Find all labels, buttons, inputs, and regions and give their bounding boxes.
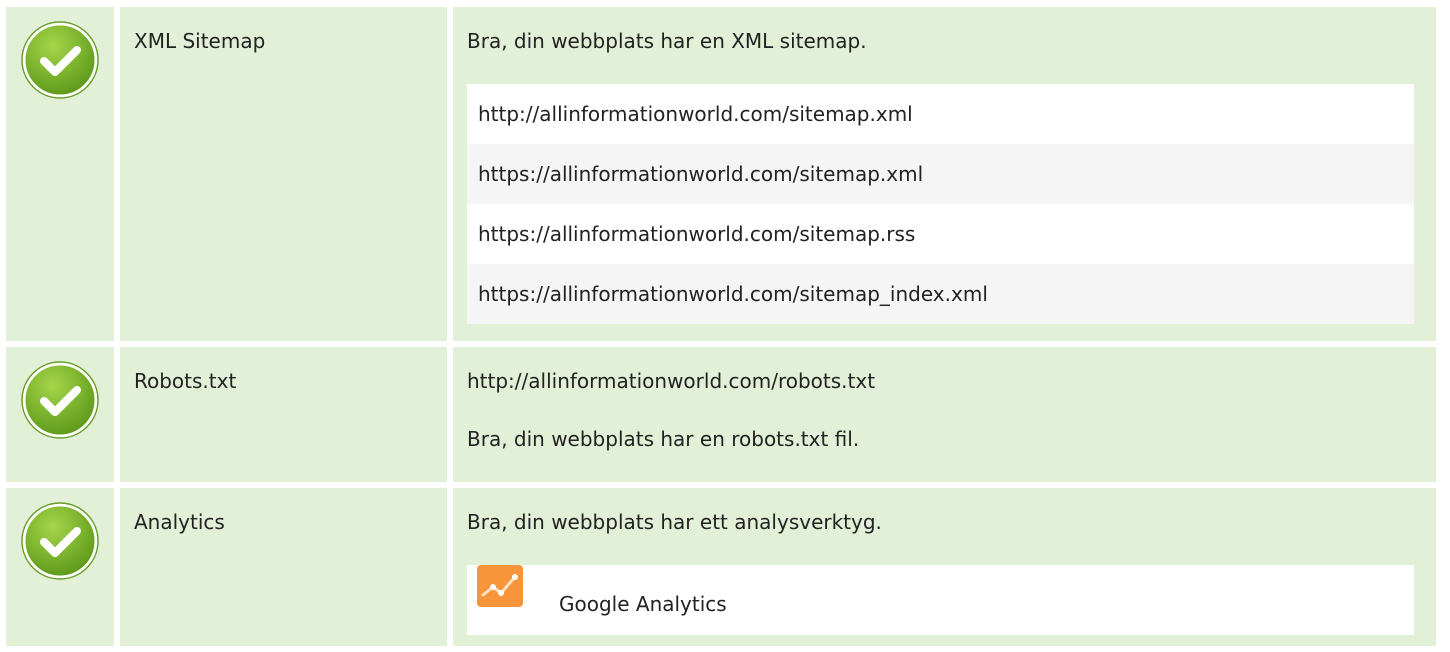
check-circle-icon (21, 21, 99, 99)
sitemap-url-list: http://allinformationworld.com/sitemap.x… (467, 84, 1414, 324)
status-message: Bra, din webbplats har en robots.txt fil… (467, 427, 860, 451)
sitemap-url: https://allinformationworld.com/sitemap_… (467, 264, 1414, 324)
google-analytics-icon (477, 565, 523, 607)
seo-results-table: XML Sitemap Bra, din webbplats har en XM… (6, 7, 1436, 652)
result-row-analytics: Analytics Bra, din webbplats har ett ana… (6, 488, 1436, 646)
analytics-tool-item: Google Analytics (467, 565, 1414, 635)
sitemap-url: http://allinformationworld.com/sitemap.x… (467, 84, 1414, 144)
check-circle-icon (21, 502, 99, 580)
status-message: Bra, din webbplats har en XML sitemap. (467, 29, 867, 53)
label-text: Analytics (134, 510, 225, 534)
row-label: Robots.txt (120, 347, 447, 482)
status-cell (6, 347, 114, 482)
row-content: http://allinformationworld.com/robots.tx… (453, 347, 1436, 482)
label-text: Robots.txt (134, 369, 237, 393)
row-label: Analytics (120, 488, 447, 646)
sitemap-url: https://allinformationworld.com/sitemap.… (467, 204, 1414, 264)
status-cell (6, 488, 114, 646)
row-content: Bra, din webbplats har ett analysverktyg… (453, 488, 1436, 646)
tool-name: Google Analytics (559, 592, 727, 616)
row-label: XML Sitemap (120, 7, 447, 341)
status-cell (6, 7, 114, 341)
result-row-xml-sitemap: XML Sitemap Bra, din webbplats har en XM… (6, 7, 1436, 341)
row-content: Bra, din webbplats har en XML sitemap. h… (453, 7, 1436, 341)
status-message: Bra, din webbplats har ett analysverktyg… (467, 510, 882, 534)
result-row-robots: Robots.txt http://allinformationworld.co… (6, 347, 1436, 482)
check-circle-icon (21, 361, 99, 439)
label-text: XML Sitemap (134, 29, 266, 53)
robots-url: http://allinformationworld.com/robots.tx… (467, 369, 876, 393)
sitemap-url: https://allinformationworld.com/sitemap.… (467, 144, 1414, 204)
